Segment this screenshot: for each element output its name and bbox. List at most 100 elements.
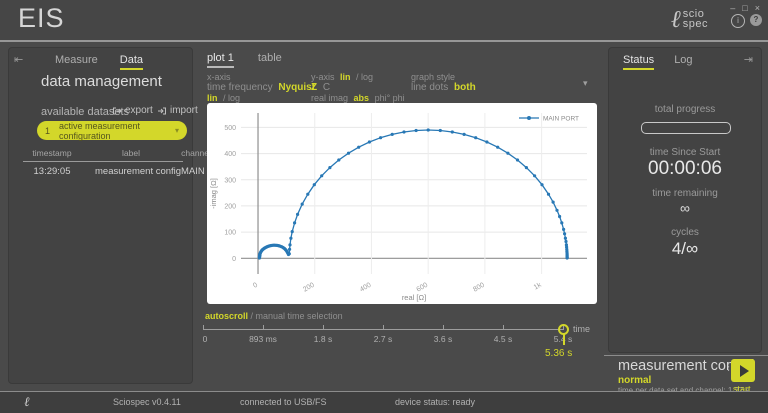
- timeline-tick: [323, 325, 324, 330]
- time-since-start-value: 00:00:06: [609, 158, 761, 180]
- active-dataset-selector[interactable]: 1 active measurement configuration ▾: [37, 121, 187, 140]
- col-timestamp: timestamp: [23, 148, 81, 158]
- col-label: label: [95, 148, 167, 158]
- timeline-tick: [263, 325, 264, 330]
- sciospec-logo: ℓ scio spec: [671, 8, 708, 30]
- tab-plot-1[interactable]: plot 1: [207, 52, 234, 68]
- y-quantity-option[interactable]: C: [323, 82, 330, 93]
- help-icon[interactable]: ?: [750, 14, 762, 26]
- x-scale-active[interactable]: lin: [207, 93, 218, 103]
- x-mode-options[interactable]: time frequency: [207, 82, 273, 93]
- left-panel-tabs: Measure Data: [55, 54, 143, 70]
- total-progress-label: total progress: [609, 104, 761, 115]
- page-title: data management: [41, 73, 162, 90]
- svg-text:-imag [Ω]: -imag [Ω]: [209, 178, 218, 209]
- x-mode-active[interactable]: Nyquist: [278, 82, 315, 93]
- minimize-icon[interactable]: –: [730, 4, 735, 13]
- close-icon[interactable]: ×: [755, 4, 760, 13]
- play-icon: [740, 365, 749, 377]
- timeline-tick: [443, 325, 444, 330]
- manual-option[interactable]: / manual time selection: [251, 311, 343, 321]
- time-remaining-label: time remaining: [609, 188, 761, 199]
- nyquist-chart-svg: 010020030040050002004006008001kreal [Ω]-…: [207, 103, 597, 304]
- status-panel: Status Log ⇥ total progress time Since S…: [608, 47, 762, 353]
- status-bar: ℓ Sciospec v0.4.11 connected to USB/FS d…: [0, 392, 768, 413]
- timeline-tick: [503, 325, 504, 330]
- top-bar: EIS ℓ scio spec – □ × i ?: [0, 0, 768, 40]
- table-row[interactable]: 13:29:05 measurement config MAIN PORT: [23, 162, 183, 177]
- timeline-tick: [203, 325, 204, 330]
- import-label: import: [170, 105, 198, 116]
- cycles-value: 4/∞: [609, 239, 761, 259]
- brand-line2: spec: [683, 18, 708, 30]
- svg-text:200: 200: [224, 203, 236, 210]
- collapse-panel-icon[interactable]: ⇤: [14, 53, 23, 66]
- export-icon: [112, 106, 122, 116]
- export-button[interactable]: export: [112, 105, 153, 116]
- time-since-start-label: time Since Start: [609, 147, 761, 158]
- svg-text:0: 0: [252, 282, 259, 290]
- timeline-selected-value: 5.36 s: [545, 348, 572, 359]
- device-status: device status: ready: [395, 397, 475, 407]
- measurement-control-separator: [604, 355, 768, 356]
- y-component-active[interactable]: abs: [354, 93, 370, 103]
- export-label: export: [125, 105, 153, 116]
- dataset-index: 1: [45, 126, 59, 136]
- datasets-table: timestamp label channel 13:29:05 measure…: [23, 148, 183, 177]
- total-progress-bar: [641, 122, 731, 134]
- expand-panel-icon[interactable]: ⇥: [744, 53, 753, 66]
- time-selection: autoscroll / manual time selection 0893 …: [203, 311, 598, 361]
- tab-status[interactable]: Status: [623, 54, 654, 70]
- y-component-options-post[interactable]: phi° phi: [375, 93, 405, 103]
- svg-text:1k: 1k: [533, 281, 543, 291]
- y-scale-active[interactable]: lin: [340, 72, 351, 82]
- cycles-label: cycles: [609, 227, 761, 238]
- import-button[interactable]: import: [157, 105, 198, 116]
- timeline-tick-label: 0: [203, 334, 208, 344]
- tab-data[interactable]: Data: [120, 54, 143, 70]
- window-controls: – □ ×: [730, 4, 760, 13]
- import-icon: [157, 106, 167, 116]
- app-version: Sciospec v0.4.11: [113, 397, 181, 407]
- y-quantity-active[interactable]: Z: [311, 82, 317, 93]
- start-button[interactable]: [731, 359, 755, 382]
- time-remaining-value: ∞: [609, 200, 761, 216]
- timeline-handle-label: time: [573, 324, 590, 334]
- style-active[interactable]: both: [454, 82, 476, 93]
- x-scale-option[interactable]: / log: [223, 93, 240, 103]
- nyquist-chart[interactable]: 010020030040050002004006008001kreal [Ω]-…: [207, 103, 597, 304]
- time-mode-toggle[interactable]: autoscroll / manual time selection: [205, 311, 343, 321]
- timeline-tick-label: 3.6 s: [434, 334, 452, 344]
- timeline-handle-stem: [563, 334, 565, 345]
- statusbar-logo-icon: ℓ: [24, 394, 29, 410]
- plot-tabs: plot 1 table: [207, 52, 282, 68]
- timeline-handle[interactable]: [558, 324, 569, 335]
- svg-text:MAIN PORT: MAIN PORT: [543, 116, 579, 123]
- svg-text:real [Ω]: real [Ω]: [402, 293, 426, 302]
- top-separator: [0, 40, 768, 42]
- y-axis-label: y-axis: [311, 72, 335, 82]
- maximize-icon[interactable]: □: [742, 4, 747, 13]
- y-axis-config: y-axis lin / log Z C real imag abs phi° …: [311, 72, 405, 104]
- plot-config-caret-icon[interactable]: ▾: [583, 78, 588, 89]
- style-options[interactable]: line dots: [411, 82, 448, 93]
- graph-style-config: graph style line dots both: [411, 72, 476, 93]
- app-window: EIS ℓ scio spec – □ × i ? ⇤ Measure Data…: [0, 0, 768, 413]
- cell-timestamp: 13:29:05: [23, 166, 81, 177]
- cell-label: measurement config: [95, 166, 167, 177]
- tab-log[interactable]: Log: [674, 54, 692, 70]
- autoscroll-option[interactable]: autoscroll: [205, 311, 248, 321]
- svg-text:500: 500: [224, 125, 236, 132]
- data-management-panel: ⇤ Measure Data data management available…: [8, 47, 193, 384]
- y-scale-option[interactable]: / log: [356, 72, 373, 82]
- measurement-mode[interactable]: normal: [618, 375, 651, 386]
- svg-text:300: 300: [224, 177, 236, 184]
- y-component-options-pre[interactable]: real imag: [311, 93, 348, 103]
- timeline-tick-label: 4.5 s: [494, 334, 512, 344]
- tab-table[interactable]: table: [258, 52, 282, 68]
- svg-text:400: 400: [359, 282, 373, 294]
- app-title: EIS: [18, 3, 65, 34]
- info-icon[interactable]: i: [731, 14, 745, 28]
- topbar-icons: i ?: [731, 14, 762, 28]
- tab-measure[interactable]: Measure: [55, 54, 98, 70]
